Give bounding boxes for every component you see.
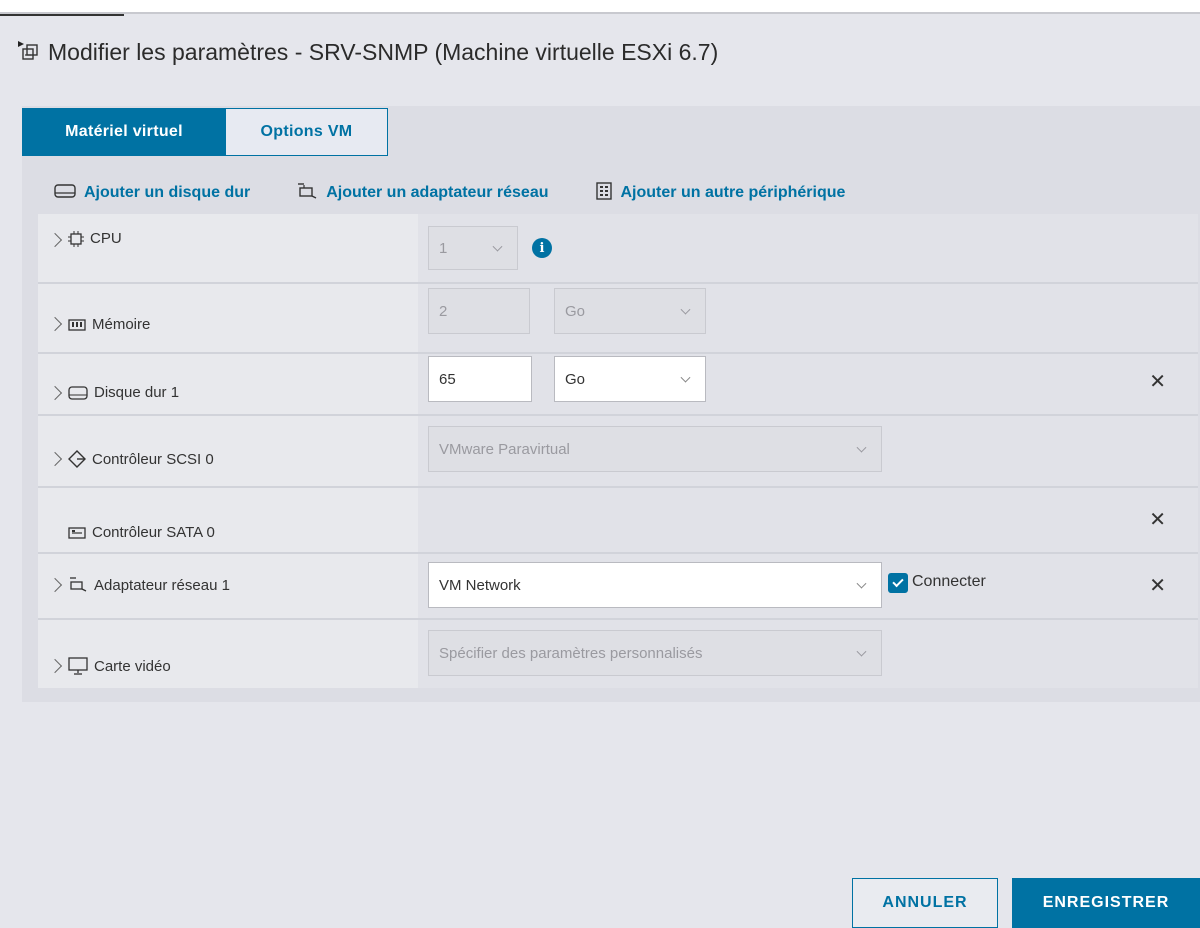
network-adapter-icon xyxy=(296,182,318,205)
scsi-type-select[interactable]: VMware Paravirtual xyxy=(428,426,882,472)
video-settings-select[interactable]: Spécifier des paramètres personnalisés xyxy=(428,630,882,676)
hardware-row-video: Carte vidéo Spécifier des paramètres per… xyxy=(38,620,1198,688)
monitor-icon xyxy=(68,657,88,675)
cpu-label: CPU xyxy=(68,230,122,247)
sata-label-text: Contrôleur SATA 0 xyxy=(92,524,215,541)
memory-icon xyxy=(68,318,86,332)
hardware-row-sata-label-cell: Contrôleur SATA 0 xyxy=(38,488,418,552)
hardware-row-network-label-cell[interactable]: Adaptateur réseau 1 xyxy=(38,554,418,618)
add-network-adapter-button[interactable]: Ajouter un adaptateur réseau xyxy=(296,182,549,205)
memory-label-text: Mémoire xyxy=(92,316,151,333)
chevron-right-icon[interactable] xyxy=(47,451,63,467)
add-hard-disk-button[interactable]: Ajouter un disque dur xyxy=(54,183,250,204)
hardware-row-cpu-value-cell: 1 i xyxy=(418,214,1198,282)
hardware-grid: CPU 1 i Mémoire 2 Go Disque dur 1 65 Go … xyxy=(38,214,1198,688)
add-network-adapter-label: Ajouter un adaptateur réseau xyxy=(326,184,549,201)
window-top-border-accent xyxy=(0,0,124,16)
hardware-row-memory-value-cell: 2 Go xyxy=(418,284,1198,352)
add-hard-disk-label: Ajouter un disque dur xyxy=(84,184,251,201)
memory-unit-select[interactable]: Go xyxy=(554,288,706,334)
memory-label: Mémoire xyxy=(68,316,150,333)
hardware-row-sata: Contrôleur SATA 0 ✕ xyxy=(38,488,1198,554)
disk-size-input[interactable]: 65 xyxy=(428,356,532,402)
chevron-right-icon[interactable] xyxy=(47,385,63,401)
chevron-down-icon xyxy=(680,372,691,383)
scsi-type-value: VMware Paravirtual xyxy=(439,440,570,458)
hard-disk-icon xyxy=(68,385,88,401)
hardware-row-sata-value-cell: ✕ xyxy=(418,488,1198,552)
video-label-text: Carte vidéo xyxy=(94,657,171,675)
hard-disk-label: Disque dur 1 xyxy=(68,384,179,401)
scsi-label-text: Contrôleur SCSI 0 xyxy=(92,450,214,468)
cpu-label-text: CPU xyxy=(90,230,122,247)
hardware-row-memory: Mémoire 2 Go xyxy=(38,284,1198,354)
virtual-machine-icon xyxy=(18,41,40,63)
hardware-row-cpu-label-cell[interactable]: CPU xyxy=(38,214,418,282)
dialog-title: Modifier les paramètres - SRV-SNMP (Mach… xyxy=(18,34,718,70)
dialog-title-text: Modifier les paramètres - SRV-SNMP (Mach… xyxy=(48,38,719,65)
hardware-row-video-value-cell: Spécifier des paramètres personnalisés xyxy=(418,620,1198,688)
device-icon xyxy=(595,181,613,205)
hardware-row-video-label-cell[interactable]: Carte vidéo xyxy=(38,620,418,688)
hardware-row-memory-label-cell[interactable]: Mémoire xyxy=(38,284,418,352)
memory-size-input[interactable]: 2 xyxy=(428,288,530,334)
chevron-right-icon[interactable] xyxy=(47,577,63,593)
chevron-right-icon[interactable] xyxy=(47,232,63,248)
info-icon[interactable]: i xyxy=(532,238,552,258)
disk-unit-value: Go xyxy=(565,370,586,388)
hardware-row-hard-disk: Disque dur 1 65 Go ✕ xyxy=(38,354,1198,416)
memory-size-value: 2 xyxy=(439,302,448,320)
network-label: Adaptateur réseau 1 xyxy=(68,576,230,594)
network-select[interactable]: VM Network xyxy=(428,562,882,608)
hardware-action-bar: Ajouter un disque dur Ajouter un adaptat… xyxy=(54,178,845,208)
cancel-button[interactable]: ANNULER xyxy=(852,878,998,928)
hardware-row-scsi: Contrôleur SCSI 0 VMware Paravirtual xyxy=(38,416,1198,488)
add-other-device-label: Ajouter un autre périphérique xyxy=(620,184,846,201)
chevron-down-icon xyxy=(856,578,867,589)
scsi-label: Contrôleur SCSI 0 xyxy=(68,450,214,468)
hardware-row-network: Adaptateur réseau 1 VM Network Connecter… xyxy=(38,554,1198,620)
remove-sata-button[interactable]: ✕ xyxy=(1149,510,1166,530)
network-label-text: Adaptateur réseau 1 xyxy=(94,576,230,594)
chevron-down-icon xyxy=(492,241,503,252)
tab-bar: Matériel virtuel Options VM xyxy=(22,108,388,156)
hardware-row-scsi-label-cell[interactable]: Contrôleur SCSI 0 xyxy=(38,416,418,486)
video-label: Carte vidéo xyxy=(68,657,171,675)
hard-disk-icon xyxy=(54,183,76,204)
hardware-row-hard-disk-value-cell: 65 Go ✕ xyxy=(418,354,1198,414)
hardware-row-scsi-value-cell: VMware Paravirtual xyxy=(418,416,1198,486)
sata-controller-icon xyxy=(68,526,86,540)
hardware-row-network-value-cell: VM Network Connecter ✕ xyxy=(418,554,1198,618)
hardware-row-cpu: CPU 1 i xyxy=(38,214,1198,284)
hard-disk-label-text: Disque dur 1 xyxy=(94,384,180,401)
disk-size-value: 65 xyxy=(439,370,456,388)
chevron-right-icon[interactable] xyxy=(47,316,63,332)
chevron-down-icon xyxy=(680,304,691,315)
chevron-down-icon xyxy=(856,646,867,657)
video-settings-value: Spécifier des paramètres personnalisés xyxy=(439,644,703,662)
remove-network-button[interactable]: ✕ xyxy=(1149,576,1166,596)
connect-label[interactable]: Connecter xyxy=(912,573,986,591)
disk-unit-select[interactable]: Go xyxy=(554,356,706,402)
remove-disk-button[interactable]: ✕ xyxy=(1149,372,1166,392)
network-value: VM Network xyxy=(439,576,521,594)
cpu-count-select[interactable]: 1 xyxy=(428,226,518,270)
network-adapter-icon xyxy=(68,576,88,594)
window-top-border xyxy=(0,0,1200,16)
tab-virtual-hardware[interactable]: Matériel virtuel xyxy=(22,108,226,156)
tab-vm-options[interactable]: Options VM xyxy=(226,108,388,156)
chevron-right-icon[interactable] xyxy=(47,658,63,674)
hardware-row-hard-disk-label-cell[interactable]: Disque dur 1 xyxy=(38,354,418,414)
cpu-icon xyxy=(68,230,84,247)
sata-label: Contrôleur SATA 0 xyxy=(68,524,215,541)
scsi-controller-icon xyxy=(68,450,86,468)
connect-checkbox[interactable] xyxy=(888,573,908,593)
cpu-count-value: 1 xyxy=(439,239,448,257)
chevron-down-icon xyxy=(856,442,867,453)
checkmark-icon xyxy=(892,575,904,588)
memory-unit-value: Go xyxy=(565,302,586,320)
add-other-device-button[interactable]: Ajouter un autre périphérique xyxy=(595,181,846,205)
save-button[interactable]: ENREGISTRER xyxy=(1012,878,1200,928)
